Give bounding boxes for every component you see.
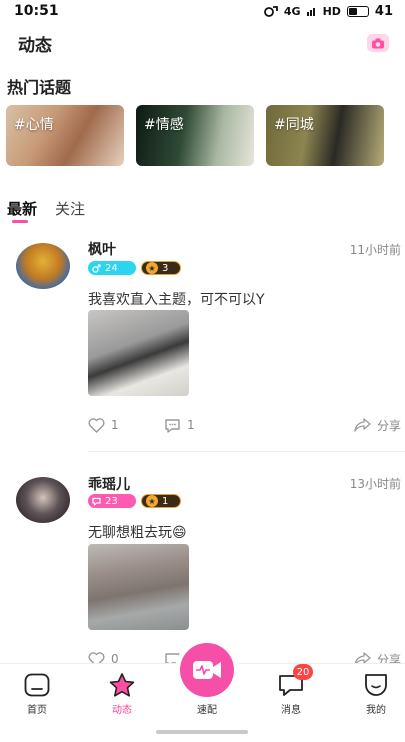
avatar[interactable] [16,477,70,523]
level-value: 1 [162,495,169,507]
tab-indicator [12,220,28,223]
battery-icon [346,5,369,17]
share-icon [354,418,371,432]
nav-home[interactable]: 首页 [7,672,67,716]
topic-card-emotion[interactable]: #情感 [136,105,254,166]
like-button[interactable]: 1 [88,417,164,433]
post-image[interactable] [88,544,189,630]
nav-label: 消息 [281,705,301,716]
post-time: 13小时前 [349,477,401,491]
hot-topics-title: 热门话题 [7,78,72,97]
nav-label: 首页 [27,705,47,716]
topic-label: #心情 [14,117,54,133]
nav-label: 动态 [112,705,132,716]
message-icon: 20 [277,664,313,698]
post-time: 11小时前 [349,243,401,257]
app-header: 动态 [0,28,405,58]
heart-icon [88,417,105,433]
level-badge: ★ 1 [141,494,181,508]
hot-topics-list: #心情 #情感 #同城 [6,105,384,166]
camera-button[interactable] [367,34,389,52]
gender-age-badge: 23 [88,494,136,508]
profile-icon [362,672,390,698]
post-username[interactable]: 枫叶 [88,239,116,259]
topic-label: #同城 [274,117,314,133]
cellular-bars-icon [306,6,317,16]
network-label: 4G [283,4,301,18]
nav-profile[interactable]: 我的 [346,672,405,716]
home-indicator [156,730,248,734]
nav-label: 我的 [366,705,386,716]
post-content: 无聊想粗去玩😄 [88,525,187,541]
post-username[interactable]: 乖瑶儿 [88,474,130,494]
level-star-icon: ★ [146,262,158,274]
status-bar: 10:51 4G HD 41 [0,0,405,22]
post-image[interactable] [88,310,189,396]
status-time: 10:51 [14,3,59,19]
age-value: 23 [105,495,118,507]
nav-label[interactable]: 速配 [177,701,237,716]
nav-messages[interactable]: 20 消息 [261,664,321,716]
female-icon [92,497,101,506]
share-button[interactable]: 分享 [354,417,405,434]
camera-icon [372,38,384,48]
gender-age-badge: 24 [88,261,136,275]
page-title: 动态 [18,35,52,56]
post-content: 我喜欢直入主题，可不可以Y [88,292,265,308]
signal-icon [263,5,278,17]
age-value: 24 [105,262,118,274]
topic-card-mood[interactable]: #心情 [6,105,124,166]
nav-moment[interactable]: 动态 [92,672,152,716]
level-badge: ★ 3 [141,261,181,275]
level-star-icon: ★ [146,495,158,507]
tab-following[interactable]: 关注 [55,198,85,224]
post-divider [88,451,405,452]
video-match-button[interactable] [180,643,234,697]
moment-star-icon [108,672,136,698]
male-icon [92,263,101,273]
avatar[interactable] [16,243,70,289]
unread-badge: 20 [293,664,313,680]
topic-card-local[interactable]: #同城 [266,105,384,166]
like-count: 1 [111,418,119,432]
comment-button[interactable]: 1 [164,418,195,433]
comment-count: 1 [187,418,195,432]
hd-label: HD [322,4,341,18]
topic-label: #情感 [144,117,184,133]
home-icon [23,672,51,698]
comment-icon [165,418,180,433]
post-actions: 1 1 分享 [88,416,405,434]
level-value: 3 [162,262,169,274]
battery-level: 41 [374,3,393,19]
bottom-nav: 首页 动态 速配 20 消息 我的 [0,643,405,742]
video-match-icon [193,661,221,679]
share-label: 分享 [376,418,401,433]
status-icons: 4G HD 41 [263,3,393,19]
